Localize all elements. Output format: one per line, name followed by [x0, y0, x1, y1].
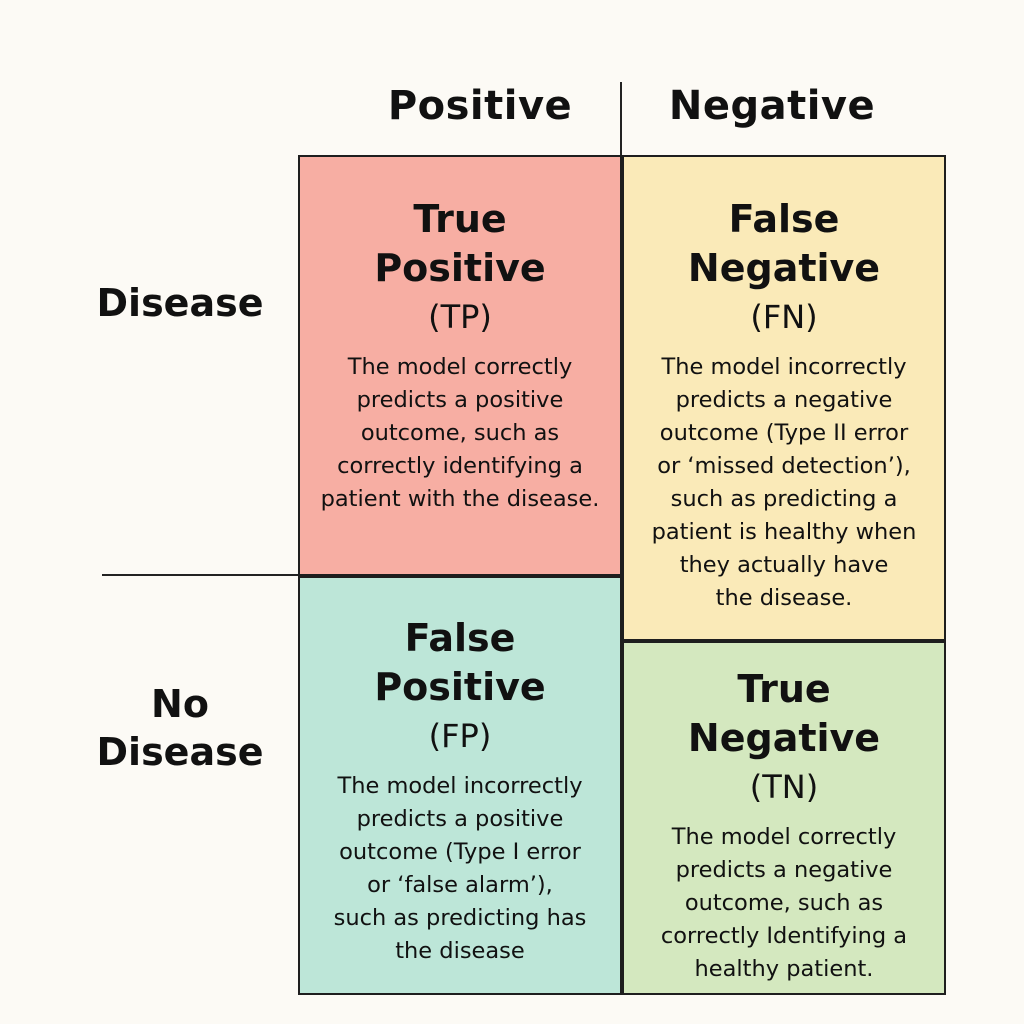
column-header-negative: Negative — [668, 83, 876, 129]
row-header-no-disease-line2: Disease — [96, 730, 264, 774]
row-divider-line — [102, 574, 300, 576]
cell-title-line2: Positive — [374, 246, 546, 290]
cell-title-line1: True — [413, 197, 507, 241]
cell-true-negative: True Negative (TN) The model correctly p… — [622, 641, 946, 995]
row-header-no-disease: No Disease — [60, 678, 300, 778]
cell-title-line1: True — [737, 667, 831, 711]
cell-title: True Negative — [688, 665, 880, 763]
cell-false-positive: False Positive (FP) The model incorrectl… — [298, 576, 622, 995]
cell-abbreviation: (FP) — [428, 717, 492, 755]
cell-title: False Negative — [688, 195, 880, 293]
cell-title-line1: False — [728, 197, 840, 241]
cell-abbreviation: (TP) — [428, 298, 492, 336]
cell-title-line2: Negative — [687, 246, 881, 290]
cell-title-line2: Negative — [687, 716, 881, 760]
cell-abbreviation: (FN) — [750, 298, 818, 336]
cell-description: The model correctly predicts a positive … — [320, 354, 600, 512]
cell-false-negative: False Negative (FN) The model incorrectl… — [622, 155, 946, 641]
row-header-no-disease-line1: No — [151, 682, 209, 726]
cell-description: The model incorrectly predicts a negativ… — [651, 354, 917, 611]
cell-title: True Positive — [374, 195, 545, 293]
column-header-positive: Positive — [387, 83, 573, 129]
cell-title-line1: False — [404, 616, 516, 660]
row-header-disease-label: Disease — [96, 281, 264, 325]
cell-true-positive: True Positive (TP) The model correctly p… — [298, 155, 622, 576]
cell-title-line2: Positive — [374, 665, 546, 709]
cell-abbreviation: (TN) — [749, 768, 819, 806]
column-divider-line — [620, 82, 622, 156]
cell-description: The model correctly predicts a negative … — [660, 824, 908, 982]
cell-title: False Positive — [374, 614, 545, 712]
row-header-disease: Disease — [60, 270, 300, 336]
cell-description: The model incorrectly predicts a positiv… — [333, 773, 587, 964]
